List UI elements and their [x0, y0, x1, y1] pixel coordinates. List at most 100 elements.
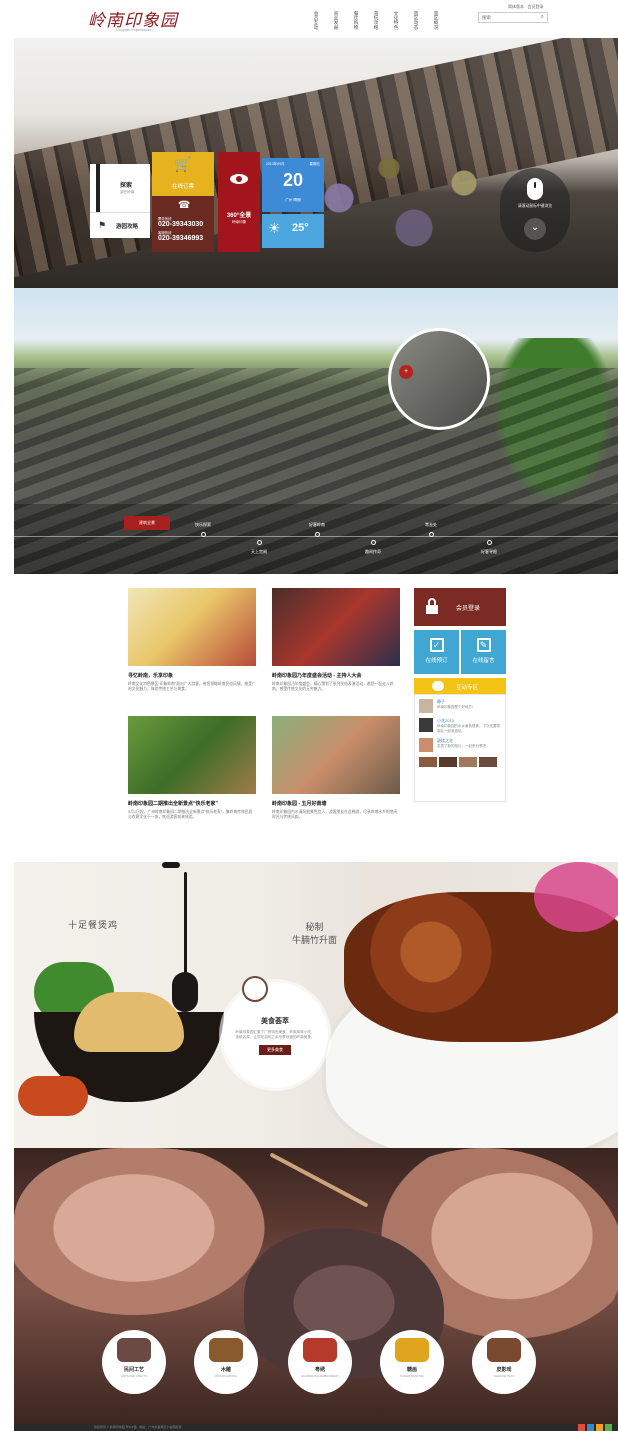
- dish-name-right-1: 秘制: [305, 923, 324, 933]
- search-box: ⌕: [478, 12, 548, 23]
- feed-text: 岭南印象园的水乡景色很美，下次还要带朋友一起来游玩。: [437, 724, 500, 733]
- nav-item-news[interactable]: 景区动态: [400, 6, 420, 34]
- member-sidebar: 会员登录 ✓ 在线预订 ✎ 在线留言 互动专区 静子 岭南印象园是个好地方！ 小…: [414, 588, 506, 802]
- village-tab-5[interactable]: 常去处: [408, 522, 454, 537]
- chevron-down-icon[interactable]: ⌄: [524, 218, 546, 240]
- guide-tile[interactable]: ⚑ 游园攻略: [90, 212, 150, 238]
- date-weekday: 星期五: [309, 162, 321, 166]
- village-section: + 建筑全景 快乐探索 天上宫阙 好客岭南 趣闻传奇 常去处 好客寻根: [14, 288, 618, 574]
- weather-temp: 25°: [292, 222, 309, 234]
- craft-item-arts[interactable]: 民间工艺 ARTS AND CRAFTS: [102, 1330, 166, 1394]
- site-logo[interactable]: 岭南印象园 Lingnan Impression: [88, 6, 178, 34]
- lock-icon: [426, 598, 438, 614]
- online-booking-button[interactable]: ✓ 在线预订: [414, 630, 459, 674]
- order-tile[interactable]: 🛒 在线订票: [152, 152, 214, 196]
- news-card-title[interactable]: 岭南印象园二期推出全新景点“快乐老家”: [128, 800, 256, 807]
- craft-item-embroidery[interactable]: 粤绣 GUANGDONG EMBROIDERY: [288, 1330, 352, 1394]
- nav-item-guide[interactable]: 游玩攻略: [360, 6, 380, 34]
- online-message-button[interactable]: ✎ 在线留言: [461, 630, 506, 674]
- village-tab-2[interactable]: 天上宫阙: [236, 540, 282, 555]
- hero-tiles: 探索 游在岭南 ⚑ 游园攻略 🛒 在线订票 ☎ 票务热线 020-3934303…: [90, 152, 326, 252]
- village-tab-label: 常去处: [425, 522, 437, 527]
- news-card-title[interactable]: 岭南印象园 - 五月好南塘: [272, 800, 400, 807]
- nav-item-dining[interactable]: 餐饮购物: [340, 6, 360, 34]
- logo-subtitle: Lingnan Impression: [116, 27, 151, 32]
- explore-tile[interactable]: 探索 游在岭南: [90, 164, 150, 212]
- online-message-label: 在线留言: [472, 658, 495, 664]
- news-card-desc: 岭南印象园内水清风细景色宜人，游客朋友在此畅游，尽享岭南水乡的悠闲时光与传统风韵…: [272, 810, 398, 819]
- village-tab-0[interactable]: 建筑全景: [124, 516, 170, 530]
- interact-zone-header[interactable]: 互动专区: [414, 678, 506, 694]
- village-tab-6[interactable]: 好客寻根: [466, 540, 512, 555]
- news-card-desc: 5月1日起，广州岭南印象园二期推出全新景点“快乐老家”，集岭南传统民居与农耕文化…: [128, 810, 253, 819]
- craft-item-shadow-play[interactable]: 皮影戏 SHADOW PLAY: [472, 1330, 536, 1394]
- village-tab-4[interactable]: 趣闻传奇: [350, 540, 396, 555]
- craft-en-name: GUANGDONG EMBROIDERY: [300, 1374, 340, 1378]
- news-card-image[interactable]: [128, 588, 256, 666]
- phone-tile[interactable]: ☎ 票务热线 020-39343030 客服热线 020-39346993: [152, 196, 214, 252]
- panorama-tile[interactable]: 360°全景 岭南印象: [218, 152, 260, 252]
- craft-categories: 民间工艺 ARTS AND CRAFTS 木雕 WOODCARVING 粤绣 G…: [102, 1330, 542, 1410]
- nav-item-business[interactable]: 商业发展: [320, 6, 340, 34]
- village-tab-label: 好客岭南: [309, 522, 325, 527]
- member-login-button[interactable]: 会员登录: [414, 588, 506, 626]
- rss-icon[interactable]: [596, 1424, 603, 1431]
- member-login-label: 会员登录: [456, 606, 481, 612]
- qq-icon[interactable]: [587, 1424, 594, 1431]
- dish-name-right-2: 牛腩竹升面: [292, 936, 338, 946]
- crab-image: [18, 1076, 88, 1116]
- food-title: 美食荟萃: [261, 1018, 289, 1025]
- order-label: 在线订票: [171, 184, 194, 190]
- news-card-desc: 岭南文化特色景区“印象岭南”面向广大游客，带您领略岭南民俗风情，感受广府文化魅力…: [128, 682, 256, 691]
- nav-item-about[interactable]: 景区概况: [420, 6, 440, 34]
- news-card-image[interactable]: [128, 716, 256, 794]
- food-section: 十足餐煲鸡 秘制 牛腩竹升面 美食荟萃 岭南印象园汇集了广府特色美食，岭南风味小…: [14, 862, 618, 1148]
- panorama-sub: 岭南印象: [231, 220, 247, 224]
- chopsticks-icon: [242, 976, 268, 1002]
- news-card[interactable]: 岭南印象园乃年度盛会活动 - 主持人大会 岭南印象园乃年度盛会，精心策划了系列民…: [272, 588, 400, 692]
- teapot-icon: [117, 1338, 151, 1362]
- news-card-image[interactable]: [272, 588, 400, 666]
- scroll-hint[interactable]: 请滚动鼠标中键浏览 ⌄: [500, 168, 570, 252]
- guide-label: 游园攻略: [116, 224, 139, 230]
- craft-name: 木雕: [220, 1367, 231, 1373]
- feed-thumbnails[interactable]: [419, 757, 501, 767]
- village-tab-3[interactable]: 好客岭南: [294, 522, 340, 537]
- craft-en-name: ARTS AND CRAFTS: [121, 1374, 147, 1378]
- scroll-hint-text: 请滚动鼠标中键浏览: [517, 204, 553, 208]
- date-month: 2013年09月: [266, 162, 285, 166]
- sugar-painting-icon: [395, 1338, 429, 1362]
- crafts-section: 民间工艺 ARTS AND CRAFTS 木雕 WOODCARVING 粤绣 G…: [14, 1148, 618, 1424]
- nav-item-culture[interactable]: 文化特色: [380, 6, 400, 34]
- feed-item[interactable]: 小花2013 岭南印象园的水乡景色很美，下次还要带朋友一起来游玩。: [419, 718, 501, 733]
- news-card[interactable]: 寻忆岭南，乐享印象 岭南文化特色景区“印象岭南”面向广大游客，带您领略岭南民俗风…: [128, 588, 256, 692]
- eye-icon: [230, 174, 248, 184]
- feed-item[interactable]: 鼓楼之花 发表了新的相片，一起来分享吧。: [419, 738, 501, 752]
- wechat-icon[interactable]: [605, 1424, 612, 1431]
- village-tab-1[interactable]: 快乐探索: [180, 522, 226, 537]
- news-card[interactable]: 岭南印象园 - 五月好南塘 岭南印象园内水清风细景色宜人，游客朋友在此畅游，尽享…: [272, 716, 400, 820]
- avatar: [419, 699, 433, 713]
- chicken-image: [74, 992, 184, 1052]
- explore-bar: [96, 164, 100, 212]
- craft-item-sugar-painting[interactable]: 糖画 SUGAR PAINTING: [380, 1330, 444, 1394]
- craft-item-woodcarving[interactable]: 木雕 WOODCARVING: [194, 1330, 258, 1394]
- news-card-image[interactable]: [272, 716, 400, 794]
- feed-item[interactable]: 静子 岭南印象园是个好地方！: [419, 699, 501, 713]
- news-card-desc: 岭南印象园乃年度盛会，精心策划了系列民俗表演活动，邀您一起走入岭南，感受传统文化…: [272, 682, 394, 691]
- news-card-title[interactable]: 寻忆岭南，乐享印象: [128, 672, 256, 679]
- more-food-button[interactable]: 更多美食: [259, 1045, 291, 1056]
- craft-name: 糖画: [406, 1367, 417, 1373]
- top-links[interactable]: 简体版本 · 会员登录: [508, 4, 544, 10]
- weibo-icon[interactable]: [578, 1424, 585, 1431]
- phone-number-1: 020-39343030: [158, 221, 204, 228]
- search-icon[interactable]: ⌕: [541, 14, 544, 21]
- shadow-puppet-icon: [487, 1338, 521, 1362]
- phone-number-2: 020-39346993: [158, 235, 204, 242]
- building-circle-photo[interactable]: +: [388, 328, 490, 430]
- search-input[interactable]: [479, 13, 533, 22]
- news-card[interactable]: 岭南印象园二期推出全新景点“快乐老家” 5月1日起，广州岭南印象园二期推出全新景…: [128, 716, 256, 820]
- news-card-title[interactable]: 岭南印象园乃年度盛会活动 - 主持人大会: [272, 672, 400, 679]
- plus-icon[interactable]: +: [399, 365, 413, 379]
- nav-item-member[interactable]: 会员互动: [300, 6, 320, 34]
